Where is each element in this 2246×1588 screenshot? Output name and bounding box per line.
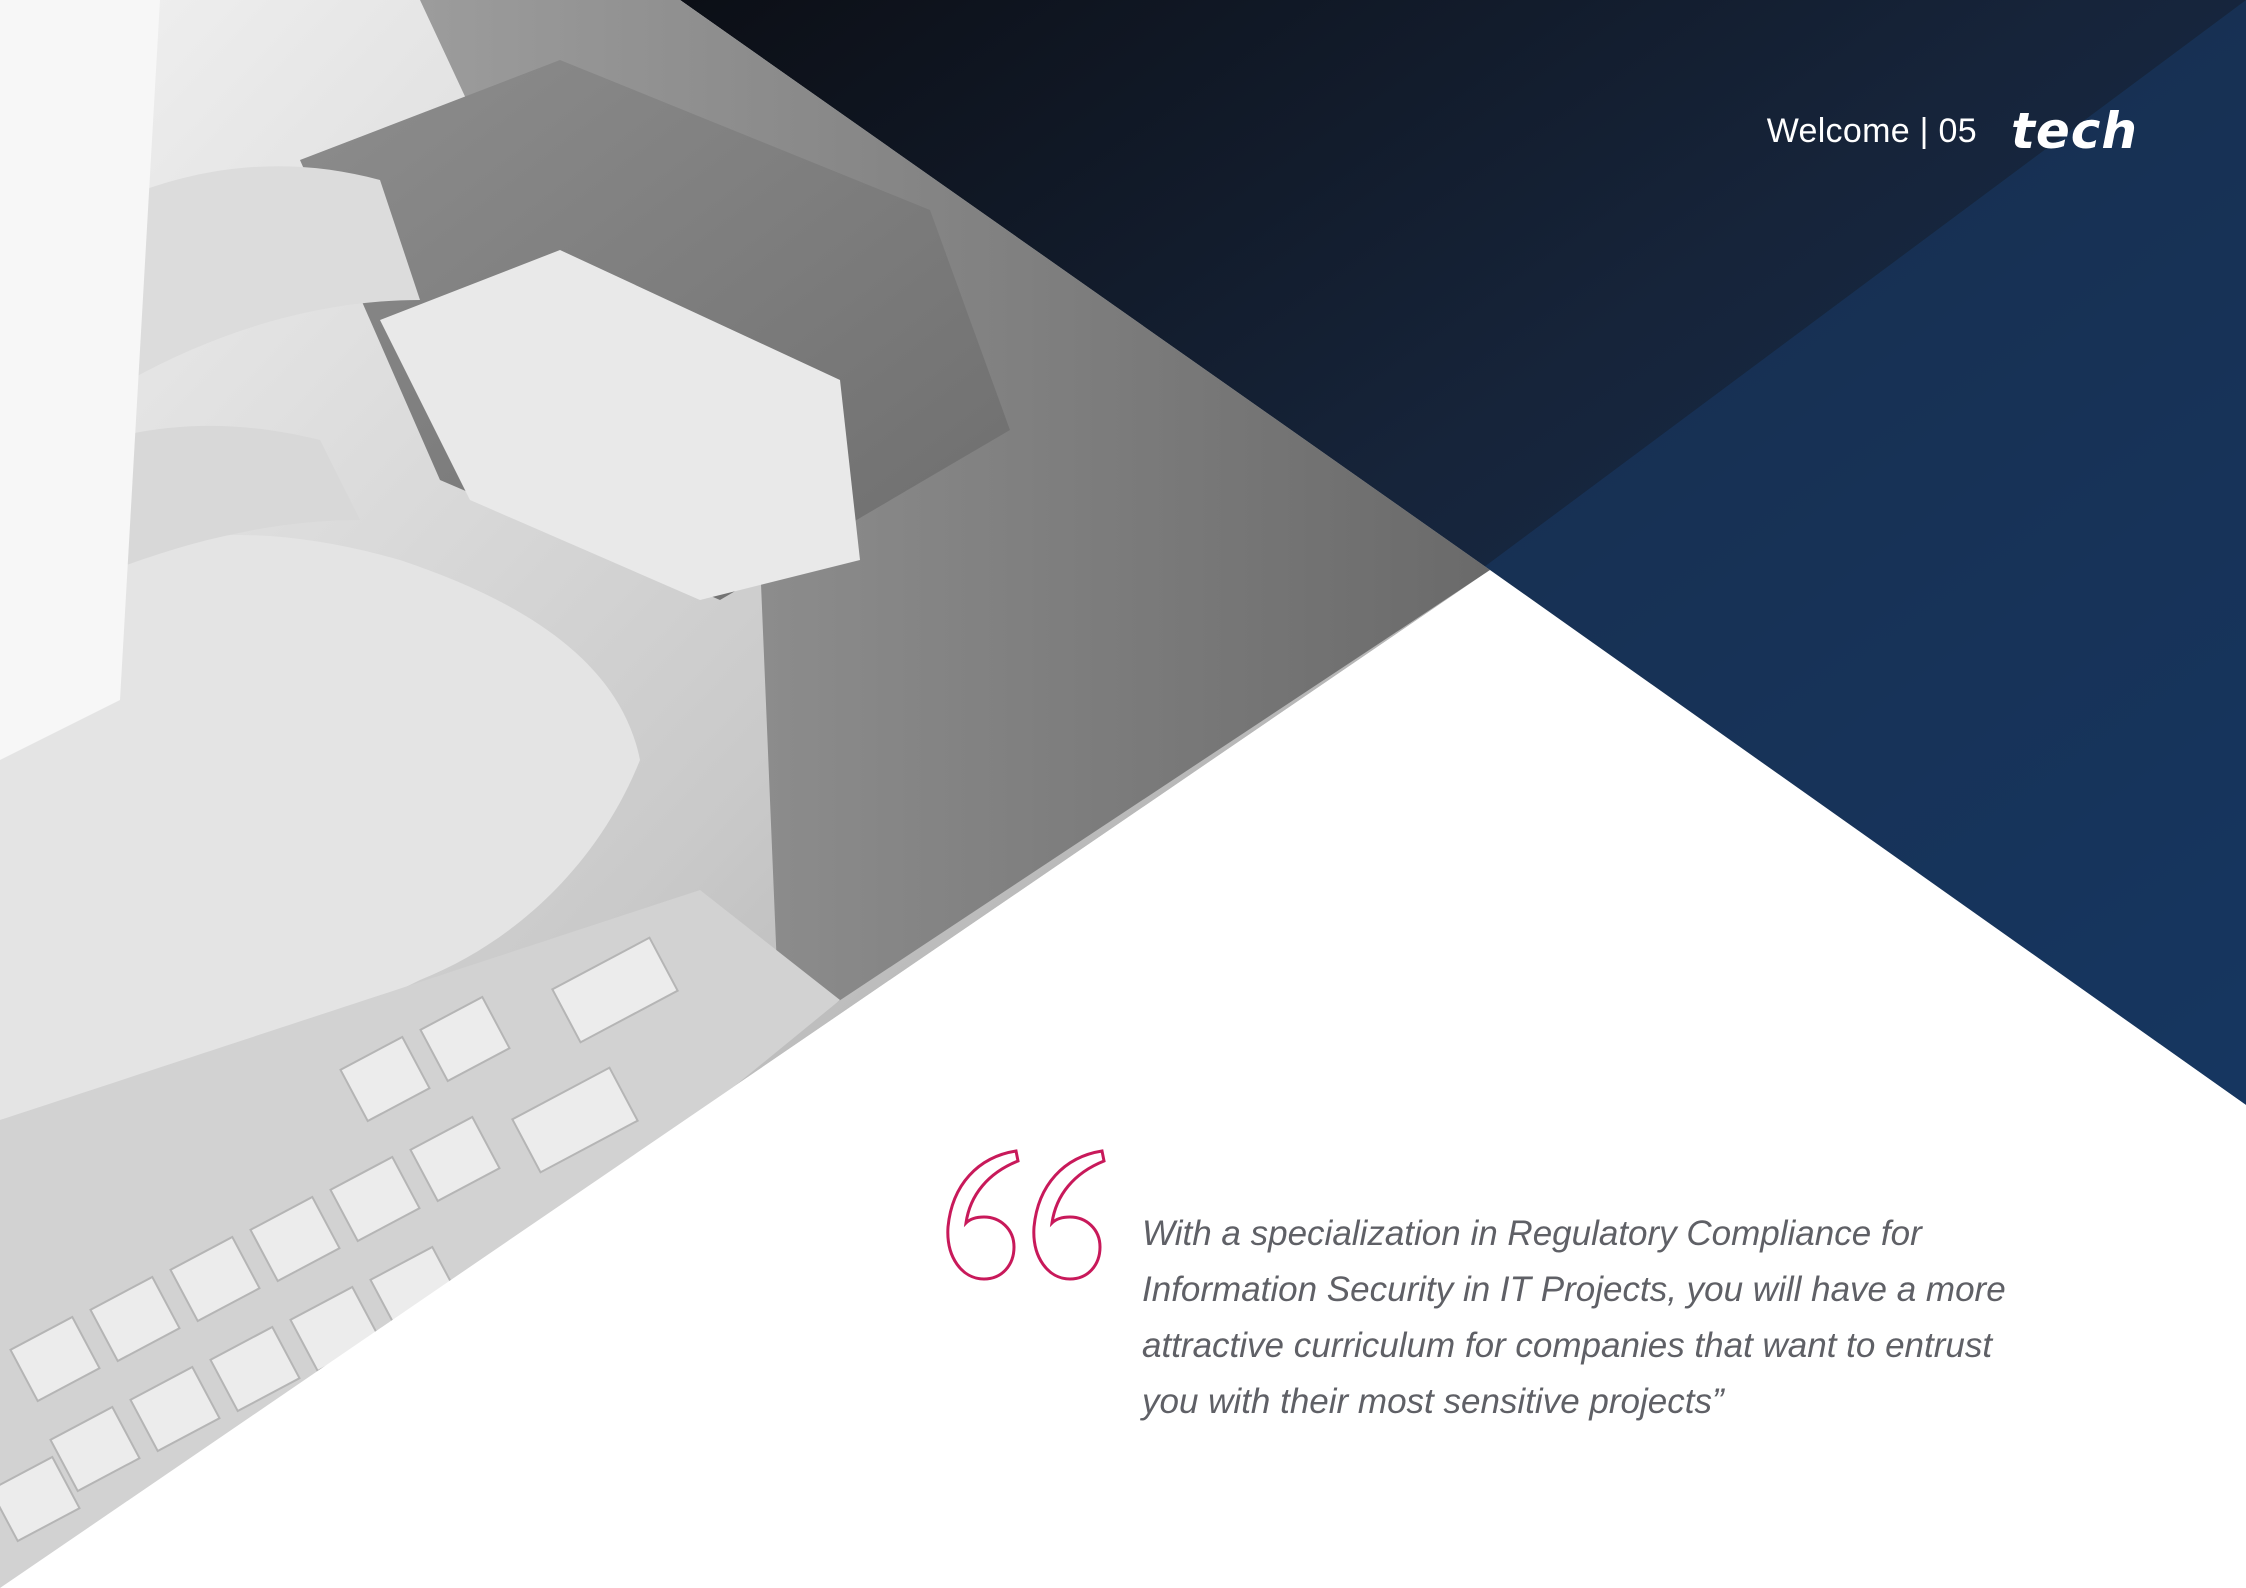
quote-text: With a specialization in Regulatory Comp… bbox=[1142, 1214, 2006, 1421]
tech-logo: tech bbox=[2011, 106, 2138, 156]
logo-text: tech bbox=[2010, 102, 2138, 160]
quote-open-icon bbox=[946, 1149, 1106, 1281]
page-header: Welcome | 05 tech bbox=[1767, 106, 2138, 156]
section-label: Welcome | 05 bbox=[1766, 111, 1977, 150]
